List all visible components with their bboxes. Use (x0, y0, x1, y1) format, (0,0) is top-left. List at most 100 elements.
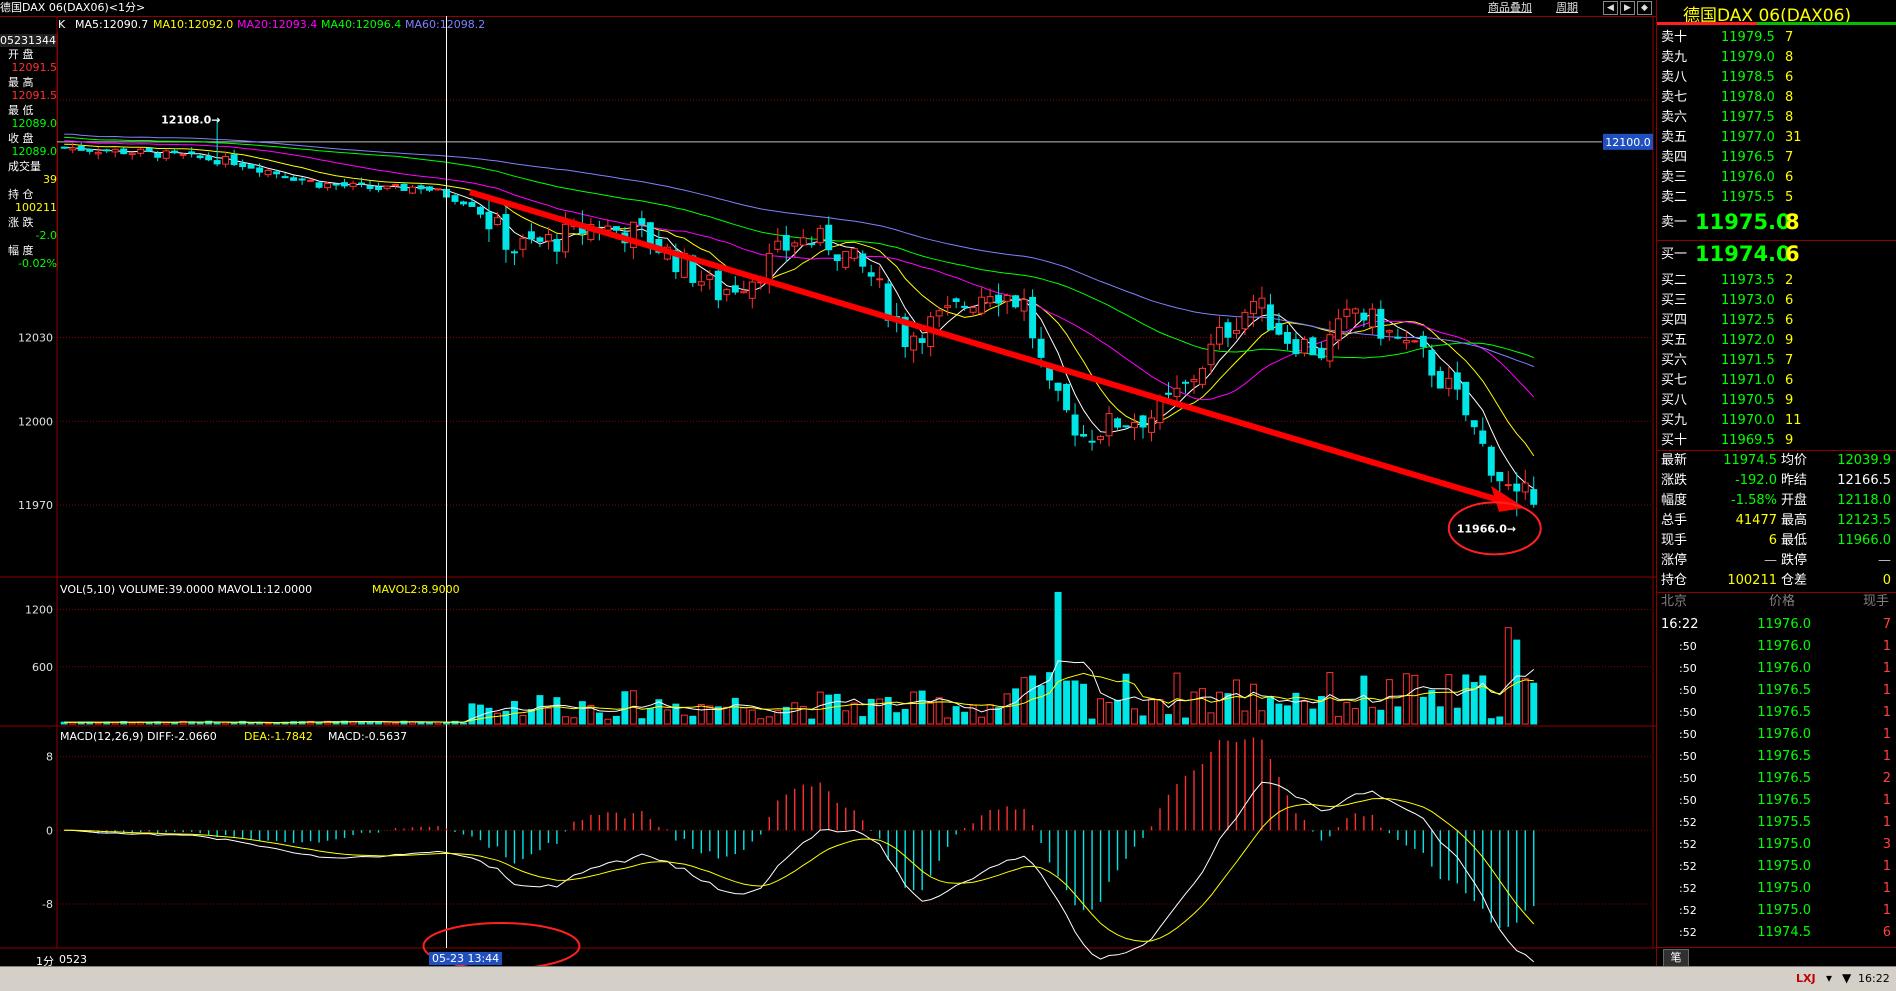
bid-row[interactable]: 买九 11970.0 11 (1657, 411, 1896, 431)
ask-row[interactable]: 卖五 11977.0 31 (1657, 128, 1896, 148)
volume-bar (901, 708, 909, 725)
candle-body (740, 290, 748, 294)
bid1-row[interactable]: 买一 11974.0 6 (1657, 242, 1896, 268)
stat-label: 仓差 (1781, 573, 1808, 588)
ask1-row[interactable]: 卖一 11975.0 8 (1657, 210, 1896, 236)
macd-tick-label: -8 (42, 898, 53, 911)
stat-label: 昨结 (1781, 473, 1808, 488)
candle-body (1292, 339, 1300, 355)
trade-row[interactable]: :50 11976.0 1 (1657, 724, 1896, 746)
candle-body (935, 310, 943, 317)
trend-arrow-line (469, 189, 1506, 505)
volume-mavol2: MAVOL2:8.9000 (372, 583, 460, 596)
ask-price: 11978.5 (1721, 70, 1775, 85)
trade-row[interactable]: :52 11974.5 6 (1657, 922, 1896, 944)
bid-label: 买六 (1661, 353, 1688, 368)
ask-volume: 6 (1785, 70, 1794, 85)
bid-row[interactable]: 买七 11971.0 6 (1657, 371, 1896, 391)
bid-price: 11972.5 (1721, 313, 1775, 328)
trade-volume: 1 (1882, 639, 1891, 654)
trade-price: 11976.5 (1757, 749, 1811, 764)
stat-value: — (1764, 553, 1777, 568)
ask-row[interactable]: 卖四 11976.5 7 (1657, 148, 1896, 168)
signal-icon: ▾ (1826, 971, 1833, 985)
bid-row[interactable]: 买三 11973.0 6 (1657, 291, 1896, 311)
kline-chart[interactable]: 12030120001197012100.012108.0→11966.0→VO… (0, 0, 1656, 966)
trade-price: 11974.5 (1757, 925, 1811, 940)
bid-label: 买四 (1661, 313, 1688, 328)
volume-bar (1199, 688, 1206, 725)
trade-volume: 1 (1882, 815, 1891, 830)
trade-row[interactable]: :50 11976.0 1 (1657, 658, 1896, 680)
bid-row[interactable]: 买四 11972.5 6 (1657, 311, 1896, 331)
volume-bar (706, 705, 714, 725)
stat-label: 总手 (1661, 513, 1688, 528)
candle-body (145, 147, 153, 152)
ask-row[interactable]: 卖九 11979.0 8 (1657, 48, 1896, 68)
trade-time: :50 (1679, 772, 1697, 785)
stat-value: 12166.5 (1837, 473, 1891, 488)
trade-row[interactable]: 16:22 11976.0 7 (1657, 614, 1896, 636)
candle-body (816, 227, 824, 244)
volume-bar (910, 691, 918, 725)
volume-bar (553, 697, 561, 725)
candle-body (213, 160, 221, 165)
trade-row[interactable]: :52 11975.0 1 (1657, 878, 1896, 900)
volume-bar (128, 722, 136, 725)
trades-header: 北京 价格 现手 (1657, 592, 1896, 612)
candle-body (60, 146, 68, 149)
candle-body (120, 148, 128, 155)
bid-row[interactable]: 买五 11972.0 9 (1657, 331, 1896, 351)
chart-area[interactable]: 德国DAX 06(DAX06)<1分> K MA5:12090.7 MA10:1… (0, 0, 1656, 968)
volume-bar (1097, 698, 1105, 725)
bid-price: 11971.5 (1721, 353, 1775, 368)
candle-body (230, 154, 238, 166)
volume-bar (1419, 696, 1427, 725)
bid-row[interactable]: 买十 11969.5 9 (1657, 431, 1896, 451)
ask-volume: 7 (1785, 30, 1794, 45)
bid-row[interactable]: 买六 11971.5 7 (1657, 351, 1896, 371)
candle-body (519, 237, 527, 250)
ask-row[interactable]: 卖六 11977.5 8 (1657, 108, 1896, 128)
volume-bar (247, 722, 255, 725)
trade-row[interactable]: :52 11975.0 1 (1657, 856, 1896, 878)
ask-row[interactable]: 卖七 11978.0 8 (1657, 88, 1896, 108)
trade-row[interactable]: :50 11976.5 1 (1657, 680, 1896, 702)
volume-bar (1131, 708, 1138, 725)
trade-row[interactable]: :50 11976.0 1 (1657, 636, 1896, 658)
volume-bar (740, 707, 748, 725)
candle-body (298, 178, 306, 181)
volume-bar (621, 691, 629, 725)
bid-row[interactable]: 买八 11970.5 9 (1657, 391, 1896, 411)
ask-row[interactable]: 卖八 11978.5 6 (1657, 68, 1896, 88)
candle-body (162, 150, 170, 159)
volume-bar (375, 721, 383, 725)
trade-row[interactable]: :50 11976.5 1 (1657, 702, 1896, 724)
volume-bar (927, 702, 935, 725)
trade-row[interactable]: :50 11976.5 2 (1657, 768, 1896, 790)
candle-body (222, 155, 230, 165)
ask-row[interactable]: 卖十 11979.5 7 (1657, 28, 1896, 48)
candle-body (808, 243, 816, 246)
volume-bar (1309, 708, 1317, 725)
ask-volume: 7 (1785, 150, 1794, 165)
volume-bar (1148, 698, 1155, 725)
stat-value: 12118.0 (1837, 493, 1891, 508)
candle-body (697, 281, 705, 286)
ma-line-ma5 (64, 147, 1535, 490)
stat-label: 开盘 (1781, 493, 1808, 508)
ask-row[interactable]: 卖三 11976.0 6 (1657, 168, 1896, 188)
trade-row[interactable]: :52 11975.0 3 (1657, 834, 1896, 856)
candle-body (1131, 422, 1138, 429)
bid-price: 11972.0 (1721, 333, 1775, 348)
candle-body (247, 164, 255, 169)
bid-row[interactable]: 买二 11973.5 2 (1657, 271, 1896, 291)
trade-row[interactable]: :52 11975.5 1 (1657, 812, 1896, 834)
tab-ticks[interactable]: 笔 (1663, 949, 1689, 967)
trade-row[interactable]: :50 11976.5 1 (1657, 790, 1896, 812)
ask-row[interactable]: 卖二 11975.5 5 (1657, 188, 1896, 208)
trade-row[interactable]: :50 11976.5 1 (1657, 746, 1896, 768)
candle-body (205, 156, 213, 161)
trade-row[interactable]: :52 11975.0 1 (1657, 900, 1896, 922)
trade-time: :50 (1679, 640, 1697, 653)
